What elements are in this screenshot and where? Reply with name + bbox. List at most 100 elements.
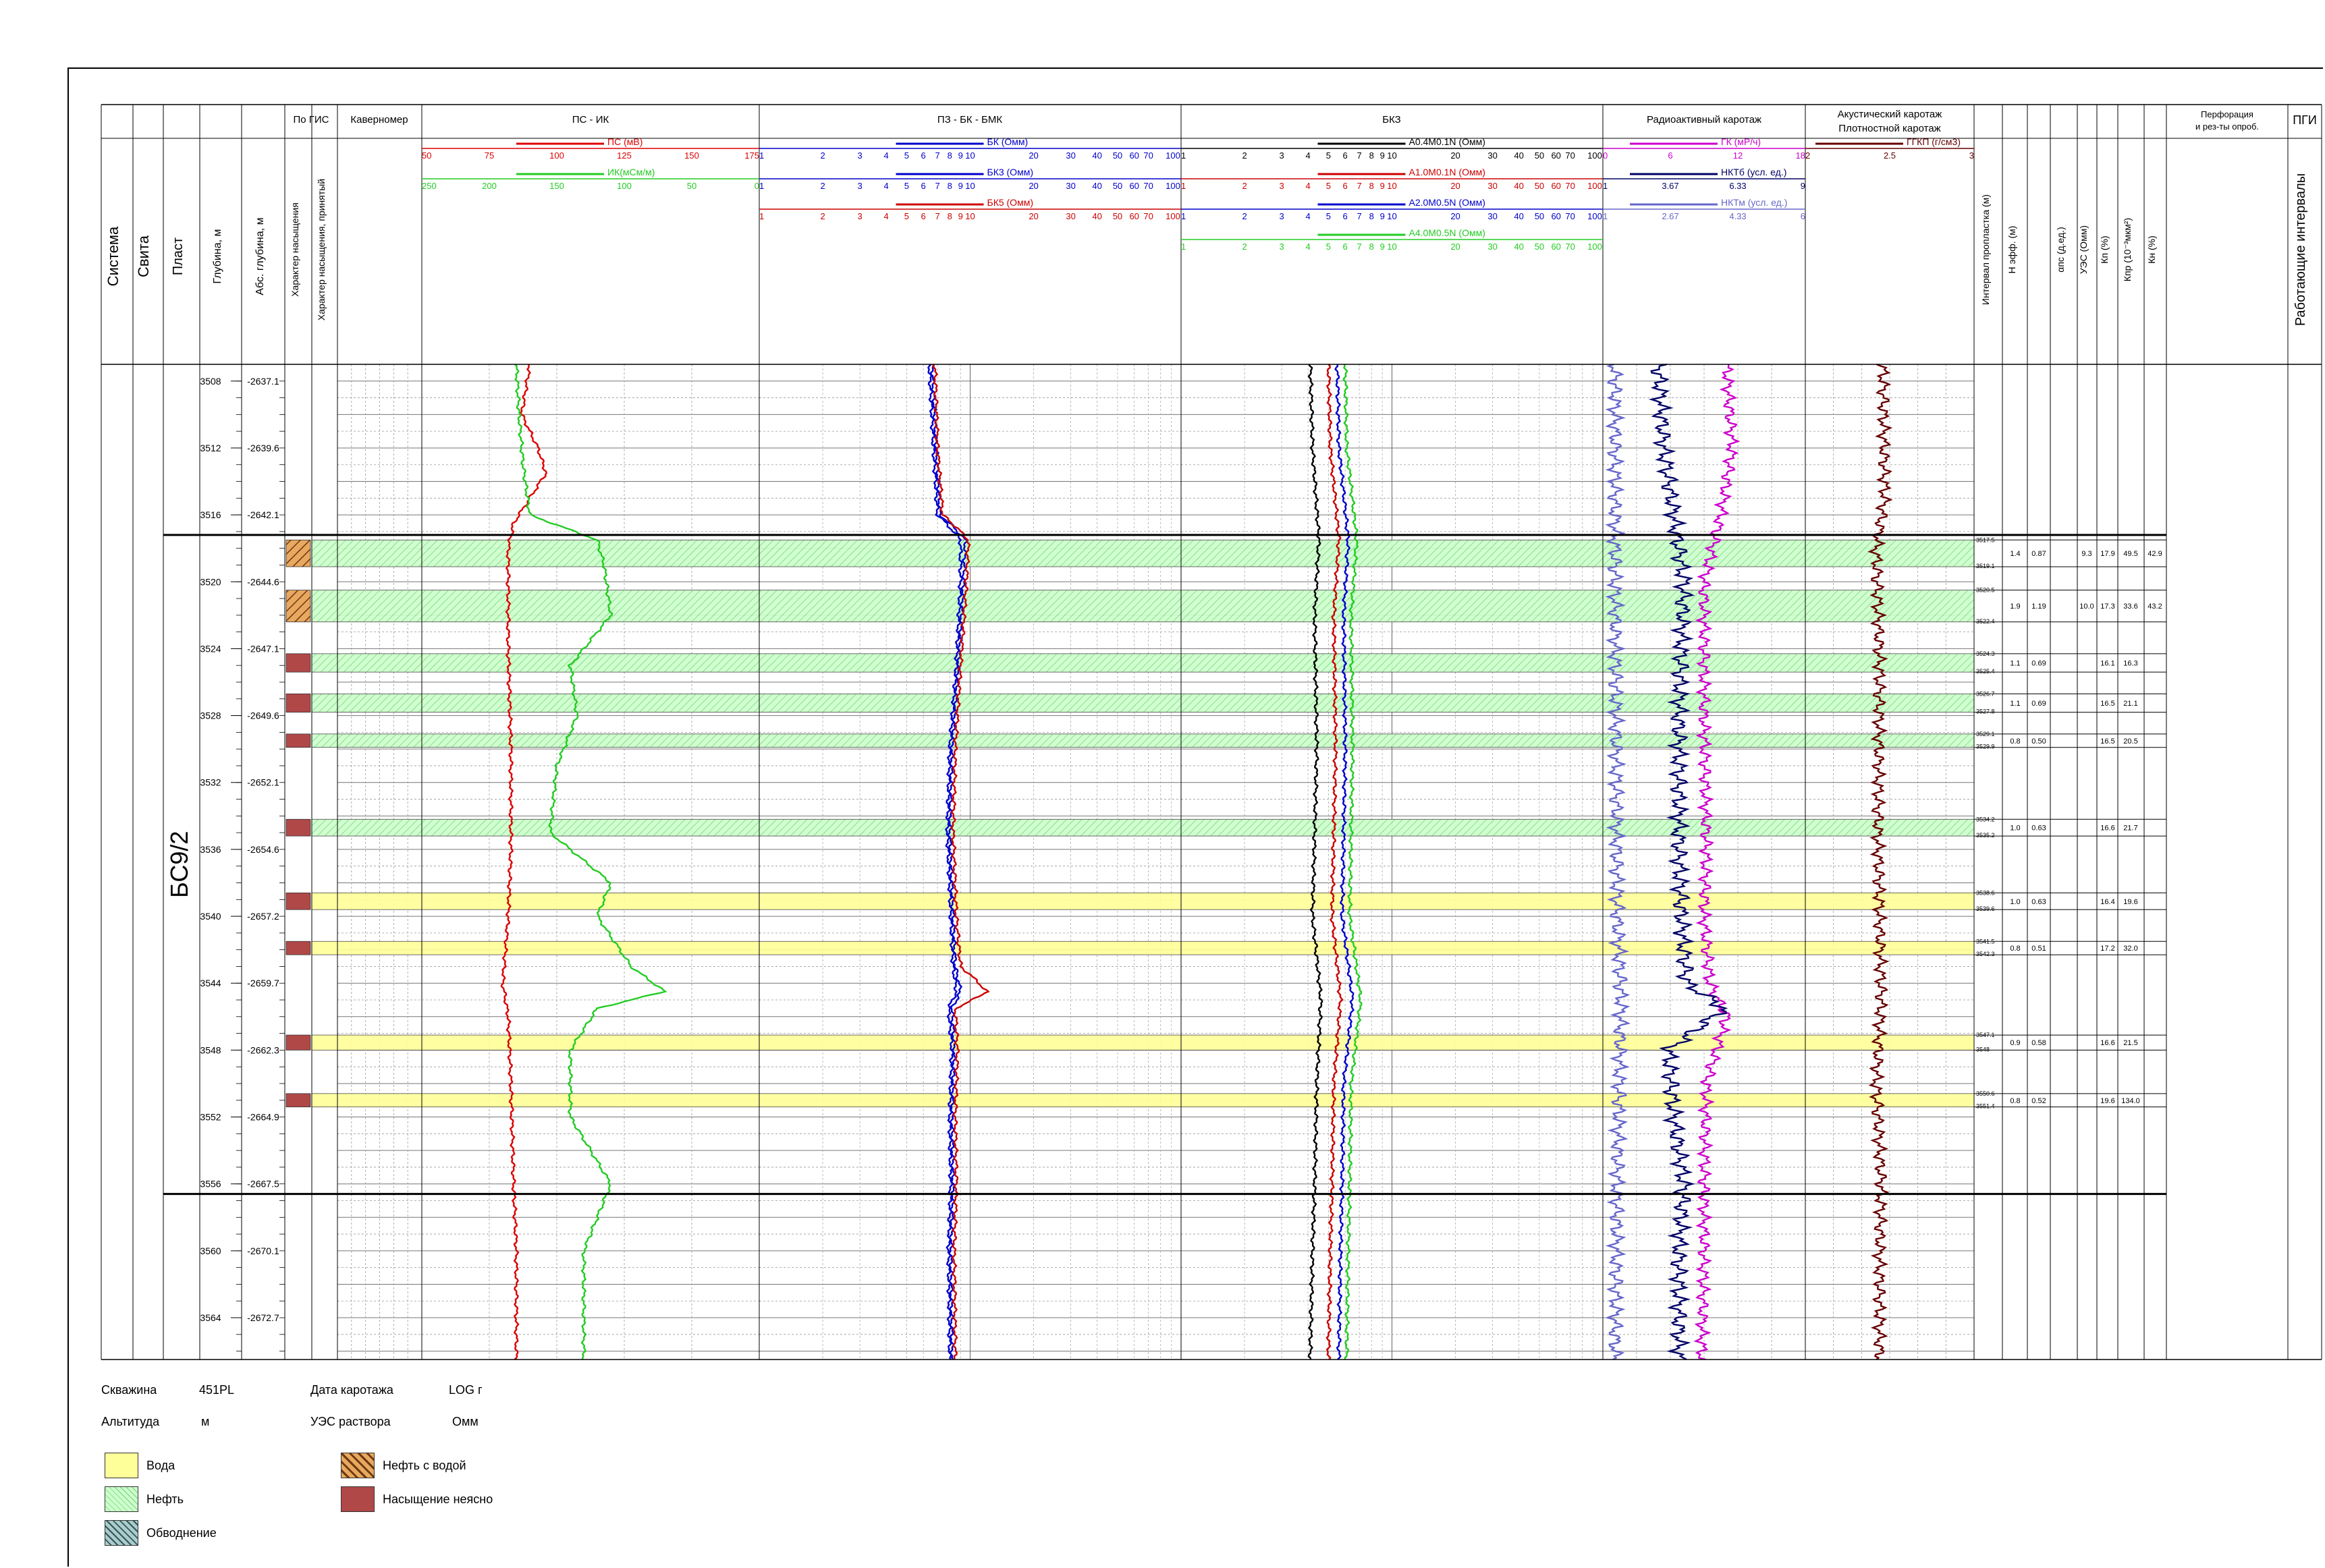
mud-resistivity-unit: Омм	[452, 1415, 478, 1428]
scale-tick-nktm: 1	[1603, 211, 1608, 221]
log-tick-bk3: 60	[1129, 181, 1139, 191]
legend-oil-swatch	[105, 1486, 138, 1512]
log-tick-bk: 40	[1092, 150, 1101, 161]
log-tick-a20: 3	[1279, 211, 1284, 221]
header-pz-bk: ПЗ - БК - БМК	[937, 114, 1002, 125]
legend-label-bk: БК (Омм)	[987, 136, 1029, 147]
interval-bottom-label: 3548	[1976, 1046, 1990, 1053]
log-tick-bk5: 20	[1029, 211, 1038, 221]
header-acoustic: Акустический каротаж	[1838, 109, 1942, 120]
abs-depth-label-12: -2667.5	[247, 1179, 279, 1189]
legend-oil: Нефть	[105, 1486, 184, 1512]
log-tick-a10: 50	[1535, 181, 1544, 191]
log-tick-a40: 20	[1450, 242, 1460, 252]
log-tick-a40: 100	[1587, 242, 1602, 252]
interval-value: 16.6	[2100, 824, 2114, 833]
depth-label-9: 3544	[200, 978, 221, 988]
interval-value: 1.0	[2010, 824, 2020, 833]
interval-marker	[285, 818, 311, 837]
well-value: 451PL	[199, 1383, 235, 1397]
log-tick-a10: 9	[1380, 181, 1385, 191]
log-tick-a40: 6	[1343, 242, 1348, 252]
depth-label-3: 3520	[200, 576, 221, 587]
legend-label-a10: A1.0M0.1N (Омм)	[1409, 167, 1485, 177]
header-caliper: Каверномер	[350, 114, 408, 125]
log-tick-a20: 1	[1181, 211, 1186, 221]
interval-value: 1.1	[2010, 660, 2020, 668]
header-gis-group: По ГИС	[293, 114, 329, 125]
interval-band	[311, 818, 1975, 837]
log-tick-a40: 10	[1387, 242, 1396, 252]
scale-tick-nkt6: 6.33	[1729, 181, 1746, 191]
header-ps-ik: ПС - ИК	[572, 114, 609, 125]
log-tick-a40: 1	[1181, 242, 1186, 252]
curve-0	[500, 364, 547, 1360]
log-tick-bk5: 60	[1129, 211, 1139, 221]
log-tick-a20: 10	[1387, 211, 1396, 221]
header-rotated-label-7: Интервал пропластка (м)	[1980, 194, 1991, 305]
header-rotated-label-13: Кпр (10⁻³мкм²)	[2122, 218, 2133, 281]
scale-tick-ggkp: 2.5	[1884, 150, 1896, 161]
log-tick-a40: 60	[1551, 242, 1560, 252]
interval-value: 16.1	[2100, 660, 2114, 668]
interval-marker	[285, 590, 311, 623]
curve-5	[1307, 364, 1323, 1360]
interval-top-label: 3550.6	[1976, 1090, 1995, 1097]
header-rotated-label-10: αпс (д.ед.)	[2055, 227, 2066, 272]
log-tick-a40: 4	[1306, 242, 1311, 252]
log-tick-bk: 4	[884, 150, 889, 161]
depth-label-4: 3524	[200, 643, 221, 654]
log-tick-a10: 40	[1514, 181, 1523, 191]
log-tick-a20: 8	[1369, 211, 1374, 221]
interval-value: 1.19	[2031, 603, 2046, 611]
layer-name: БС9/2	[165, 831, 193, 898]
abs-depth-label-9: -2659.7	[247, 978, 279, 988]
interval-top-label: 3520.5	[1976, 587, 1995, 594]
interval-marker	[285, 693, 311, 713]
log-tick-bk: 5	[904, 150, 909, 161]
scale-tick-nkt6: 9	[1801, 181, 1805, 191]
log-tick-bk: 10	[965, 150, 975, 161]
log-tick-a10: 8	[1369, 181, 1374, 191]
depth-label-0: 3508	[200, 376, 221, 387]
altitude-label: Альтитуда	[101, 1415, 160, 1428]
interval-bottom-label: 3522.4	[1976, 618, 1995, 625]
depth-label-7: 3536	[200, 844, 221, 855]
log-tick-bk5: 50	[1113, 211, 1122, 221]
scale-tick-ggkp: 3	[1969, 150, 1974, 161]
scale-tick-ps: 150	[684, 150, 699, 161]
scale-tick-ik: 200	[482, 181, 497, 191]
scale-tick-ps: 100	[549, 150, 564, 161]
legend-label-a20: A2.0M0.5N (Омм)	[1409, 197, 1485, 208]
log-tick-bk: 7	[935, 150, 939, 161]
legend-unclear-swatch	[341, 1486, 375, 1512]
scale-tick-nkt6: 1	[1603, 181, 1608, 191]
scale-tick-ps: 175	[744, 150, 759, 161]
interval-value: 16.3	[2123, 660, 2137, 668]
interval-value: 0.58	[2031, 1039, 2046, 1047]
log-tick-a40: 8	[1369, 242, 1374, 252]
interval-value: 17.9	[2100, 550, 2114, 558]
log-tick-a20: 7	[1357, 211, 1361, 221]
interval-value: 9.3	[2081, 550, 2091, 558]
legend-flooding-swatch	[105, 1520, 138, 1546]
interval-band	[311, 539, 1975, 567]
log-tick-bk5: 9	[958, 211, 963, 221]
interval-value: 16.6	[2100, 1039, 2114, 1047]
curve-1	[514, 364, 667, 1360]
interval-value: 0.63	[2031, 824, 2046, 833]
log-tick-a10: 100	[1587, 181, 1602, 191]
header-bkz: БКЗ	[1382, 114, 1400, 125]
log-tick-bk: 1	[759, 150, 764, 161]
log-tick-bk5: 6	[921, 211, 926, 221]
legend-water-label: Вода	[146, 1458, 175, 1472]
log-tick-bk5: 100	[1166, 211, 1180, 221]
interval-value: 0.69	[2031, 700, 2046, 708]
log-tick-bk: 100	[1166, 150, 1180, 161]
interval-value: 134.0	[2121, 1097, 2140, 1105]
interval-band	[311, 1093, 1975, 1108]
log-tick-a04: 40	[1514, 150, 1523, 161]
log-tick-a40: 9	[1380, 242, 1385, 252]
legend-label-nktm: НКТм (усл. ед.)	[1721, 197, 1787, 208]
depth-label-1: 3512	[200, 443, 221, 453]
